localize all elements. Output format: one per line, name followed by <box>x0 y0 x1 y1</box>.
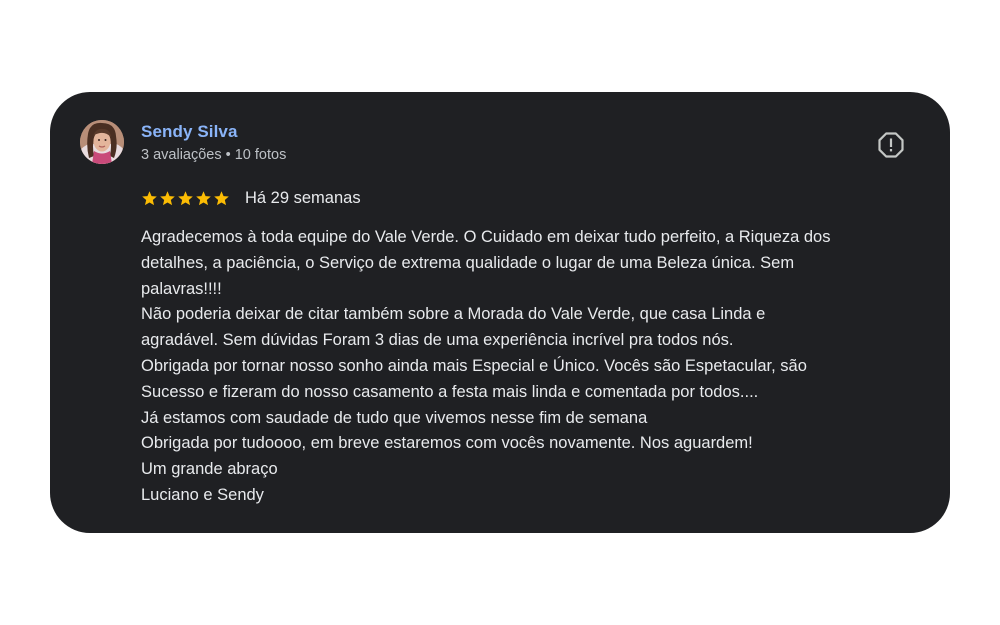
review-text-line: Um grande abraço <box>141 460 278 479</box>
star-icon <box>196 190 211 205</box>
exclamation-circle-icon <box>878 132 904 158</box>
review-text-line: Luciano e Sendy <box>141 485 264 504</box>
report-review-button[interactable] <box>878 132 904 158</box>
review-text-line: agradável. Sem dúvidas Foram 3 dias de u… <box>141 331 734 350</box>
star-icon <box>142 190 157 205</box>
star-icon <box>214 190 229 205</box>
review-text-line: Não poderia deixar de citar também sobre… <box>141 305 766 324</box>
user-photo-icon <box>80 120 124 164</box>
review-card: Sendy Silva 3 avaliações • 10 fotos Há 2… <box>50 92 950 533</box>
review-text-line: Agradecemos à toda equipe do Vale Verde.… <box>141 228 831 246</box>
avatar[interactable] <box>80 120 124 164</box>
review-text-line: palavras!!!! <box>141 279 222 298</box>
review-text-line: Obrigada por tudoooo, em breve estaremos… <box>141 434 753 453</box>
star-icon <box>178 190 193 205</box>
review-text-line: Obrigada por tornar nosso sonho ainda ma… <box>141 356 807 375</box>
review-text-line: Já estamos com saudade de tudo que vivem… <box>141 408 648 427</box>
author-name[interactable]: Sendy Silva <box>141 122 238 142</box>
review-text-line: detalhes, a paciência, o Serviço de extr… <box>141 253 795 272</box>
star-icon <box>160 190 175 205</box>
review-text: Agradecemos à toda equipe do Vale Verde.… <box>141 225 931 509</box>
star-rating <box>141 190 230 207</box>
review-date: Há 29 semanas <box>245 188 361 207</box>
rating-row: Há 29 semanas <box>141 188 361 208</box>
review-text-line: Sucesso e fizeram do nosso casamento a f… <box>141 382 759 401</box>
author-stats: 3 avaliações • 10 fotos <box>141 147 287 163</box>
